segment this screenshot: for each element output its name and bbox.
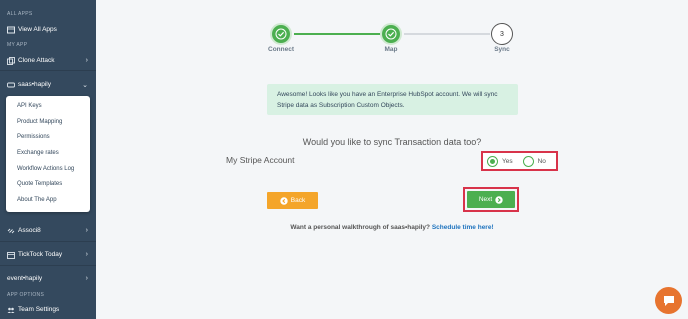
main-content: 3 Connect Map Sync Awesome! Looks like y…	[96, 0, 688, 319]
sidebar-item-label: View All Apps	[18, 26, 57, 33]
chevron-right-icon: ›	[85, 57, 88, 64]
sidebar-item-ticktock-today[interactable]: TickTock Today ›	[0, 247, 96, 262]
arrow-right-circle-icon	[495, 195, 503, 204]
link-icon	[7, 227, 15, 235]
calendar-icon	[7, 251, 15, 259]
sidebar-item-clone-attack[interactable]: Clone Attack ›	[0, 53, 96, 68]
chevron-right-icon: ›	[85, 275, 88, 282]
app-icon	[7, 81, 15, 89]
sidebar-item-label: Clone Attack	[18, 57, 55, 64]
step-map-circle	[380, 23, 402, 45]
sidebar-item-label: TickTock Today	[18, 251, 63, 258]
sync-question: Would you like to sync Transaction data …	[302, 137, 482, 147]
radio-no-label: No	[537, 157, 546, 165]
submenu-item-quote-templates[interactable]: Quote Templates	[17, 181, 62, 187]
step-connector-done	[294, 33, 380, 35]
divider	[0, 70, 96, 71]
step-sync-label: Sync	[494, 46, 510, 53]
step-connect-label: Connect	[268, 46, 294, 53]
radio-no[interactable]: No	[522, 155, 546, 167]
account-label: My Stripe Account	[226, 155, 295, 165]
sidebar-item-team-settings[interactable]: Team Settings	[0, 302, 96, 317]
radio-yes[interactable]: Yes	[487, 155, 513, 167]
next-button-label: Next	[478, 196, 493, 203]
chat-widget-button[interactable]	[655, 287, 682, 314]
check-icon	[275, 28, 287, 40]
section-app-options-label: APP OPTIONS	[7, 292, 45, 298]
next-button[interactable]: Next	[467, 191, 515, 208]
chevron-right-icon: ›	[85, 251, 88, 258]
submenu-item-workflow-actions-log[interactable]: Workflow Actions Log	[17, 166, 74, 172]
info-alert: Awesome! Looks like you have an Enterpri…	[267, 84, 518, 115]
copy-icon	[7, 56, 15, 65]
schedule-time-link[interactable]: Schedule time here!	[432, 224, 494, 231]
arrow-left-circle-icon	[280, 196, 288, 205]
walkthrough-prompt: Want a personal walkthrough of saas•hapi…	[290, 224, 431, 231]
submenu-item-product-mapping[interactable]: Product Mapping	[17, 119, 62, 125]
list-icon	[7, 26, 15, 34]
sidebar-item-label: event•hapily	[7, 275, 43, 282]
saas-hapily-submenu: API Keys Product Mapping Permissions Exc…	[6, 96, 90, 212]
sidebar-item-associ8[interactable]: Associ8 ›	[0, 223, 96, 238]
team-icon	[7, 306, 15, 314]
sidebar-item-view-all-apps[interactable]: View All Apps	[0, 22, 96, 37]
step-map-label: Map	[384, 46, 398, 53]
walkthrough-text: Want a personal walkthrough of saas•hapi…	[96, 224, 688, 231]
divider	[0, 241, 96, 242]
back-button-label: Back	[290, 197, 306, 204]
submenu-item-exchange-rates[interactable]: Exchange rates	[17, 150, 59, 156]
sync-option-group: Yes No	[481, 151, 558, 171]
radio-selected-icon	[487, 155, 498, 167]
chevron-down-icon: ⌄	[82, 81, 88, 89]
submenu-item-about-the-app[interactable]: About The App	[17, 197, 57, 203]
sidebar-item-label: Team Settings	[18, 306, 60, 313]
radio-unselected-icon	[522, 155, 534, 167]
sidebar-item-label: Associ8	[18, 227, 41, 234]
divider	[0, 265, 96, 266]
submenu-item-api-keys[interactable]: API Keys	[17, 103, 42, 109]
chevron-right-icon: ›	[85, 227, 88, 234]
chat-bubble-icon	[663, 295, 674, 306]
section-all-apps-label: ALL APPS	[7, 11, 33, 17]
sidebar-item-saas-hapily[interactable]: saas•hapily ⌄	[0, 77, 96, 92]
step-connector-pending	[404, 33, 490, 35]
next-button-highlight: Next	[463, 187, 519, 212]
step-sync-circle: 3	[491, 23, 513, 45]
section-my-app-label: MY APP	[7, 42, 28, 48]
sidebar: ALL APPS View All Apps MY APP Clone Atta…	[0, 0, 96, 319]
sidebar-item-label: saas•hapily	[18, 81, 51, 88]
step-connect-circle	[270, 23, 292, 45]
radio-yes-label: Yes	[502, 157, 513, 165]
sidebar-item-event-hapily[interactable]: event•hapily ›	[0, 271, 96, 286]
submenu-item-permissions[interactable]: Permissions	[17, 134, 50, 140]
back-button[interactable]: Back	[267, 192, 318, 209]
check-icon	[385, 28, 397, 40]
